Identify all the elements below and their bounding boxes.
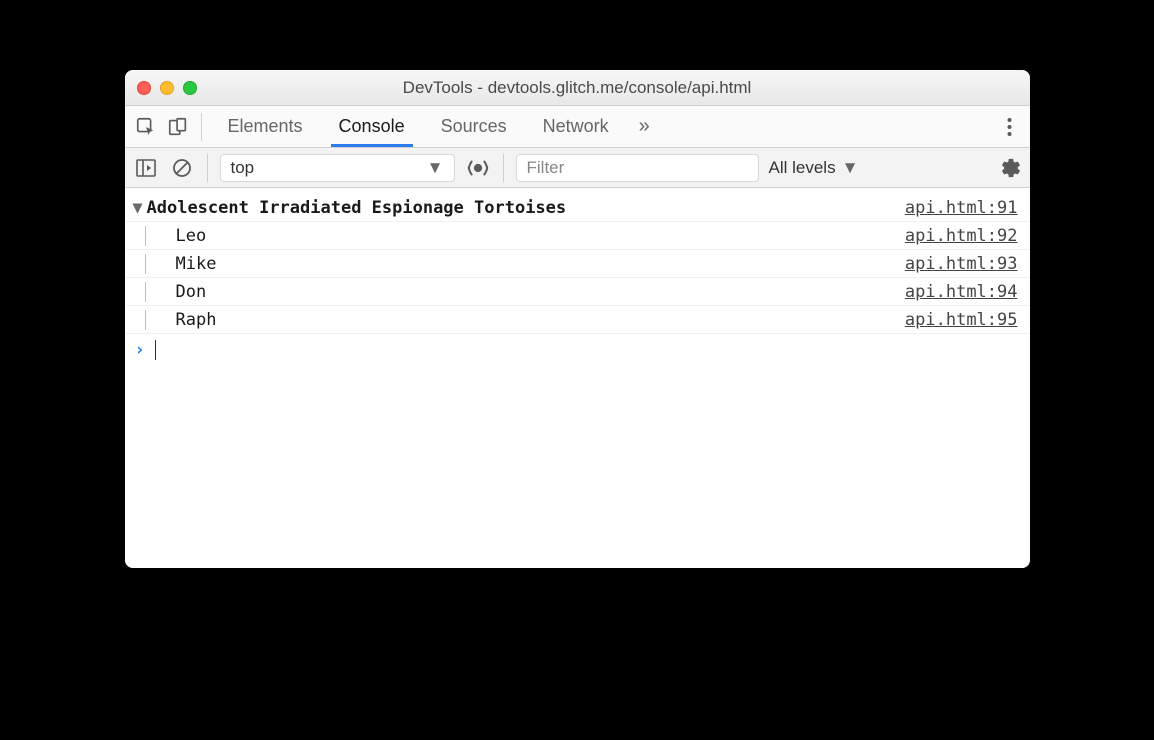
console-log-row: Raph api.html:95 (125, 306, 1030, 334)
console-log-row: Don api.html:94 (125, 278, 1030, 306)
window-title: DevTools - devtools.glitch.me/console/ap… (403, 78, 752, 98)
tab-network[interactable]: Network (525, 106, 627, 147)
console-log-row: Mike api.html:93 (125, 250, 1030, 278)
source-link[interactable]: api.html:92 (905, 226, 1018, 246)
traffic-lights (137, 81, 197, 95)
source-link[interactable]: api.html:94 (905, 282, 1018, 302)
source-link[interactable]: api.html:93 (905, 254, 1018, 274)
tab-sources[interactable]: Sources (423, 106, 525, 147)
context-selector-label: top (231, 158, 255, 178)
console-log-text: Mike (145, 254, 905, 274)
devtools-window: DevTools - devtools.glitch.me/console/ap… (125, 70, 1030, 568)
minimize-window-button[interactable] (160, 81, 174, 95)
console-group-header[interactable]: ▼ Adolescent Irradiated Espionage Tortoi… (125, 194, 1030, 222)
source-link[interactable]: api.html:95 (905, 310, 1018, 330)
divider (201, 113, 202, 141)
divider (503, 154, 504, 182)
live-expression-icon[interactable] (465, 155, 491, 181)
tabs: Elements Console Sources Network » (210, 106, 662, 147)
close-window-button[interactable] (137, 81, 151, 95)
device-toolbar-icon[interactable] (163, 106, 193, 148)
inspect-element-icon[interactable] (131, 106, 161, 148)
console-prompt[interactable]: › (125, 334, 1030, 366)
more-tabs-button[interactable]: » (627, 106, 662, 147)
console-group-title: Adolescent Irradiated Espionage Tortoise… (147, 198, 905, 218)
main-menu-icon[interactable] (995, 117, 1024, 137)
console-log-text: Leo (145, 226, 905, 246)
chevron-down-icon: ▼ (427, 158, 444, 178)
filter-input[interactable] (516, 154, 759, 182)
source-link[interactable]: api.html:91 (905, 198, 1018, 218)
tabbar: Elements Console Sources Network » (125, 106, 1030, 148)
chevron-down-icon: ▼ (842, 158, 859, 178)
tab-console[interactable]: Console (321, 106, 423, 147)
titlebar: DevTools - devtools.glitch.me/console/ap… (125, 70, 1030, 106)
console-log-text: Don (145, 282, 905, 302)
log-levels-label: All levels (769, 158, 836, 178)
console-toolbar: top ▼ All levels ▼ (125, 148, 1030, 188)
context-selector[interactable]: top ▼ (220, 154, 455, 182)
prompt-chevron-icon: › (135, 340, 145, 360)
clear-console-icon[interactable] (169, 155, 195, 181)
collapse-icon[interactable]: ▼ (129, 198, 147, 218)
toggle-console-sidebar-icon[interactable] (133, 155, 159, 181)
console-log-text: Raph (145, 310, 905, 330)
divider (207, 154, 208, 182)
console-output: ▼ Adolescent Irradiated Espionage Tortoi… (125, 188, 1030, 568)
tab-elements[interactable]: Elements (210, 106, 321, 147)
console-settings-icon[interactable] (1000, 157, 1022, 179)
zoom-window-button[interactable] (183, 81, 197, 95)
log-levels-selector[interactable]: All levels ▼ (769, 158, 859, 178)
text-cursor (155, 340, 156, 360)
console-log-row: Leo api.html:92 (125, 222, 1030, 250)
